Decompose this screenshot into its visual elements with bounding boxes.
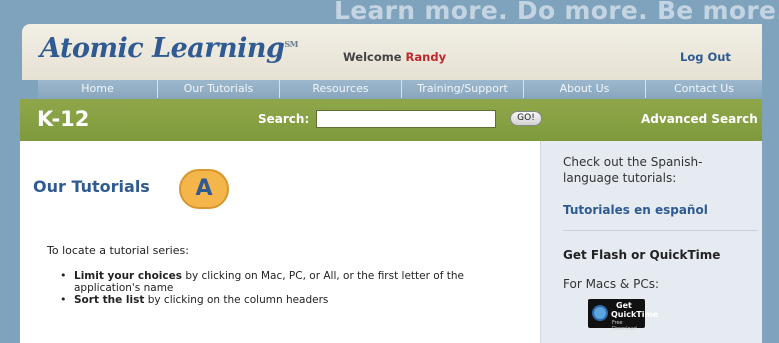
nav-item-home[interactable]: Home: [38, 80, 158, 98]
search-label: Search:: [258, 112, 310, 126]
nav-item-contact-us[interactable]: Contact Us: [646, 80, 762, 98]
quicktime-icon: [592, 305, 608, 321]
go-button[interactable]: GO!: [510, 111, 542, 126]
get-quicktime-button[interactable]: Get QuickTime Free Download: [588, 299, 658, 332]
section-label: K-12: [37, 107, 90, 131]
bullet-text: by clicking on the column headers: [144, 294, 329, 306]
atomic-learning-logo[interactable]: Atomic LearningSM: [40, 33, 299, 64]
logo-text: Atomic Learning: [40, 33, 285, 64]
flash-quicktime-heading: Get Flash or QuickTime: [563, 248, 721, 262]
service-mark: SM: [284, 39, 299, 49]
advanced-search-link[interactable]: Advanced Search: [641, 112, 758, 126]
tagline: Learn more. Do more. Be more.: [334, 0, 779, 25]
instructions-list: Limit your choices by clicking on Mac, P…: [60, 270, 520, 306]
logout-link[interactable]: Log Out: [680, 50, 731, 64]
nav-item-training-support[interactable]: Training/Support: [402, 80, 524, 98]
site-header: Atomic LearningSM Welcome Randy Log Out: [22, 24, 762, 80]
qt-line1: Get: [616, 301, 632, 310]
nav-item-resources[interactable]: Resources: [280, 80, 402, 98]
page-title: Our Tutorials: [33, 177, 150, 196]
callout-badge: A: [179, 169, 229, 209]
spanish-tutorials-link[interactable]: Tutoriales en español: [563, 203, 708, 217]
nav-item-our-tutorials[interactable]: Our Tutorials: [158, 80, 280, 98]
spanish-promo-text: Check out the Spanish-language tutorials…: [563, 155, 703, 185]
platform-label: For Macs & PCs:: [563, 277, 660, 291]
user-name: Randy: [405, 50, 447, 64]
sidebar-divider: [563, 230, 758, 231]
qt-line2: QuickTime: [611, 310, 659, 319]
list-item: Sort the list by clicking on the column …: [60, 294, 520, 306]
welcome-message: Welcome Randy: [343, 50, 446, 64]
nav-item-about-us[interactable]: About Us: [524, 80, 646, 98]
welcome-prefix: Welcome: [343, 50, 402, 64]
sidebar: Check out the Spanish-language tutorials…: [540, 141, 762, 343]
qt-line3: Free Download: [612, 320, 637, 332]
bullet-bold: Limit your choices: [74, 270, 182, 282]
list-item: Limit your choices by clicking on Mac, P…: [60, 270, 520, 294]
search-input[interactable]: [316, 110, 496, 128]
bullet-bold: Sort the list: [74, 294, 145, 306]
intro-text: To locate a tutorial series:: [47, 244, 189, 257]
search-bar: K-12 Search: GO! Advanced Search: [20, 99, 762, 141]
main-content: Our Tutorials A To locate a tutorial ser…: [20, 141, 540, 343]
main-nav: Home Our Tutorials Resources Training/Su…: [38, 80, 762, 98]
